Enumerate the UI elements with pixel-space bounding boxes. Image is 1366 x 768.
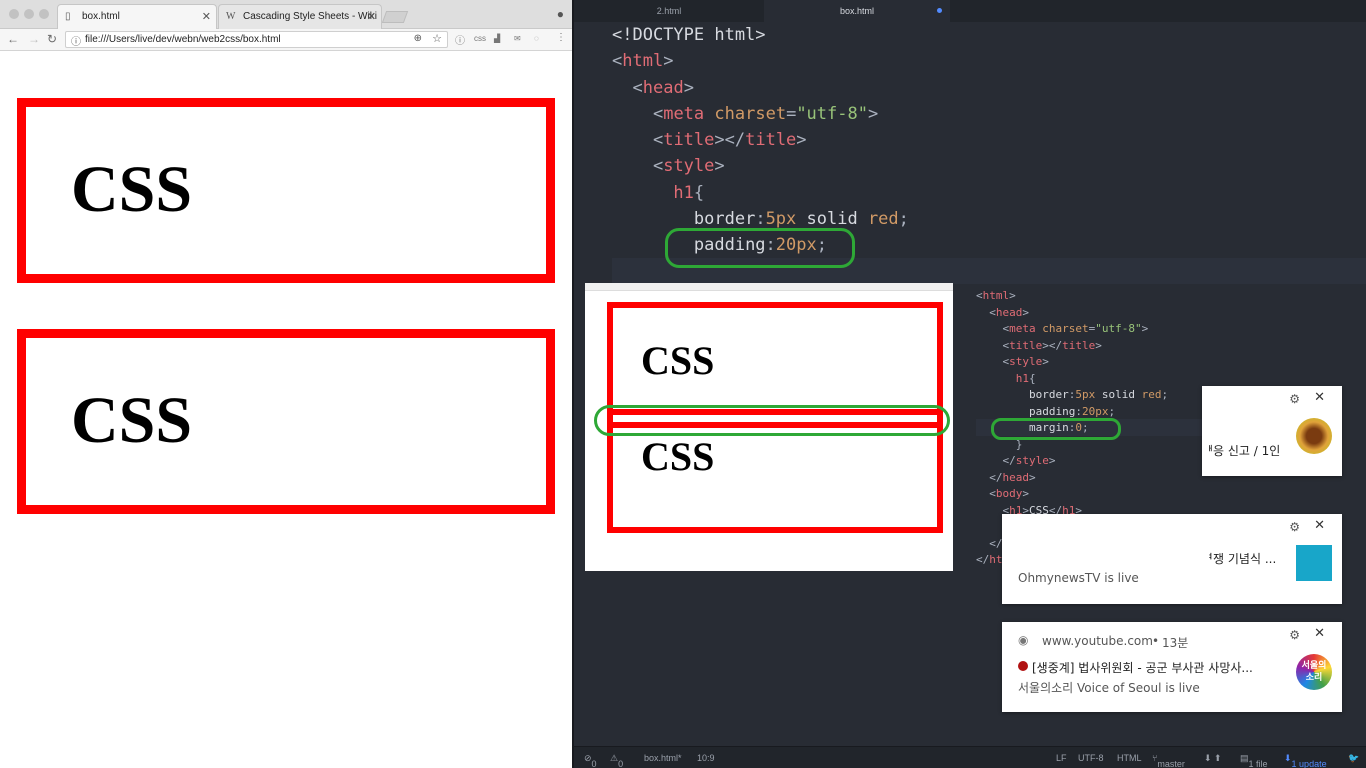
github-files[interactable]: ▤ 1 file bbox=[1240, 753, 1268, 768]
browser-tab-label: box.html bbox=[82, 11, 120, 22]
notification-source: www.youtube.com bbox=[1042, 634, 1153, 648]
gear-icon[interactable]: ⚙ bbox=[1289, 392, 1300, 406]
info-extension-icon[interactable]: ⓘ bbox=[455, 32, 465, 47]
git-branch[interactable]: ⑂ master bbox=[1152, 753, 1185, 768]
notification-text: [생중계] 법사위원회 - 공군 부사관 사망사... bbox=[1032, 661, 1253, 675]
browser-tab-wikipedia[interactable]: W Cascading Style Sheets - Wiki ✕ bbox=[218, 4, 382, 29]
border-color-value: red bbox=[867, 209, 899, 230]
browser-tab-box[interactable]: ▯ box.html ✕ bbox=[57, 4, 217, 29]
reload-icon[interactable]: ↻ bbox=[47, 32, 57, 46]
channel-avatar bbox=[1296, 545, 1332, 581]
editor-tab-label: 2.html bbox=[656, 6, 682, 16]
channel-avatar bbox=[1296, 418, 1332, 454]
status-bar: ⊘ 0 ⚠ 0 box.html* 10:9 LF UTF-8 HTML ⑂ m… bbox=[574, 746, 1366, 768]
close-tab-icon[interactable]: ✕ bbox=[202, 10, 211, 23]
doctype-line: <!DOCTYPE html> bbox=[612, 25, 766, 45]
live-dot-icon bbox=[1018, 661, 1028, 671]
h1-text: CSS bbox=[641, 338, 715, 383]
h1-text: CSS bbox=[71, 384, 193, 457]
editor-tabbar: 2.html box.html bbox=[574, 0, 1366, 22]
h1-box-second: CSS bbox=[17, 329, 555, 514]
h1-text: CSS bbox=[641, 434, 715, 479]
close-icon[interactable]: ✕ bbox=[1314, 518, 1325, 533]
chrome-icon: ◉ bbox=[1018, 633, 1029, 647]
status-file-name[interactable]: box.html* bbox=[644, 753, 682, 763]
error-count[interactable]: ⊘ 0 bbox=[584, 753, 597, 768]
menu-icon[interactable]: ⋮ bbox=[556, 32, 566, 43]
notification-text: ᅧ쟁 기념식 ... bbox=[1202, 552, 1277, 566]
browser-tabstrip: ▯ box.html ✕ W Cascading Style Sheets - … bbox=[0, 0, 572, 29]
separator-dot: • bbox=[1152, 634, 1160, 648]
document-icon: ▯ bbox=[65, 11, 71, 22]
modified-dot-icon bbox=[937, 8, 942, 13]
margin-gap-annotation bbox=[594, 405, 950, 436]
editor-tab-label: box.html bbox=[839, 6, 874, 16]
margin-highlight-annotation bbox=[991, 418, 1121, 440]
close-tab-icon[interactable]: ✕ bbox=[367, 10, 376, 23]
browser-tab-label: Cascading Style Sheets - Wiki bbox=[243, 11, 377, 22]
back-icon[interactable]: ← bbox=[7, 32, 19, 46]
gear-icon[interactable]: ⚙ bbox=[1289, 628, 1300, 642]
zoom-icon[interactable]: ⊕ bbox=[414, 33, 422, 44]
close-window-dot[interactable] bbox=[9, 9, 19, 19]
border-width-value: 5px bbox=[765, 209, 797, 230]
notification-subtext: 서울의소리 Voice of Seoul is live bbox=[1018, 681, 1200, 695]
css-extension-icon[interactable]: css bbox=[474, 34, 486, 43]
padding-highlight-annotation bbox=[665, 228, 855, 268]
mail-extension-icon[interactable]: ✉ bbox=[514, 34, 521, 43]
notification-subtext: OhmynewsTV is live bbox=[1018, 571, 1139, 585]
charset-value: "utf-8" bbox=[796, 103, 868, 124]
h1-box-first: CSS bbox=[17, 98, 555, 283]
minimize-window-dot[interactable] bbox=[24, 9, 34, 19]
chart-extension-icon[interactable]: ▟ bbox=[494, 34, 500, 43]
editor-tab-2html[interactable]: 2.html bbox=[574, 0, 764, 22]
cursor-position[interactable]: 10:9 bbox=[697, 753, 715, 763]
gear-icon[interactable]: ⚙ bbox=[1289, 520, 1300, 534]
channel-avatar: 서울의 소리 bbox=[1296, 654, 1332, 690]
close-icon[interactable]: ✕ bbox=[1314, 390, 1325, 405]
warning-count[interactable]: ⚠ 0 bbox=[610, 753, 623, 768]
browser-page: CSS CSS bbox=[0, 52, 572, 768]
toggle-extension-icon[interactable]: ◌ bbox=[534, 34, 539, 43]
notification-text: ᅢ응 신고 / 1인 bbox=[1202, 444, 1281, 458]
profile-icon[interactable]: ● bbox=[557, 7, 564, 21]
new-tab-button[interactable] bbox=[381, 11, 409, 23]
code-area[interactable]: <!DOCTYPE html> <html> <head> <meta char… bbox=[612, 22, 909, 259]
notification-card[interactable]: ◉ www.youtube.com • 13분 ⚙ ✕ [생중계] 법사위원회 … bbox=[1002, 622, 1342, 712]
twitter-icon[interactable]: 🐦 bbox=[1348, 753, 1359, 764]
file-encoding[interactable]: UTF-8 bbox=[1078, 753, 1104, 763]
grammar[interactable]: HTML bbox=[1117, 753, 1142, 763]
notification-card[interactable]: ⚙ ✕ ᅧ쟁 기념식 ... OhmynewsTV is live bbox=[1002, 514, 1342, 604]
code-editor: 2.html box.html <!DOCTYPE html> <html> <… bbox=[572, 0, 1366, 768]
forward-icon[interactable]: → bbox=[28, 32, 40, 46]
zoom-window-dot[interactable] bbox=[39, 9, 49, 19]
h1-text: CSS bbox=[71, 153, 193, 226]
screen: ▯ box.html ✕ W Cascading Style Sheets - … bbox=[0, 0, 1366, 768]
close-icon[interactable]: ✕ bbox=[1314, 626, 1325, 641]
editor-tab-boxhtml[interactable]: box.html bbox=[764, 0, 950, 22]
browser-toolbar: ← → ↻ ⓘ file:///Users/live/dev/webn/web2… bbox=[0, 29, 572, 51]
browser-window: ▯ box.html ✕ W Cascading Style Sheets - … bbox=[0, 0, 572, 768]
line-ending[interactable]: LF bbox=[1056, 753, 1067, 763]
embedded-browser-toolbar bbox=[585, 283, 953, 291]
embedded-browser-screenshot: CSS CSS bbox=[585, 283, 953, 571]
address-bar[interactable]: ⓘ file:///Users/live/dev/webn/web2css/bo… bbox=[65, 31, 448, 48]
fetch-icon[interactable]: ⬇ ⬆ bbox=[1204, 753, 1222, 764]
notification-time: 13분 bbox=[1162, 636, 1189, 650]
wikipedia-icon: W bbox=[226, 11, 236, 22]
update-notice[interactable]: ⬇ 1 update bbox=[1284, 753, 1327, 768]
url-text: file:///Users/live/dev/webn/web2css/box.… bbox=[85, 34, 281, 45]
bookmark-star-icon[interactable]: ☆ bbox=[432, 32, 442, 45]
info-icon[interactable]: ⓘ bbox=[71, 33, 81, 48]
notification-card[interactable]: ⚙ ✕ ᅢ응 신고 / 1인 bbox=[1202, 386, 1342, 476]
